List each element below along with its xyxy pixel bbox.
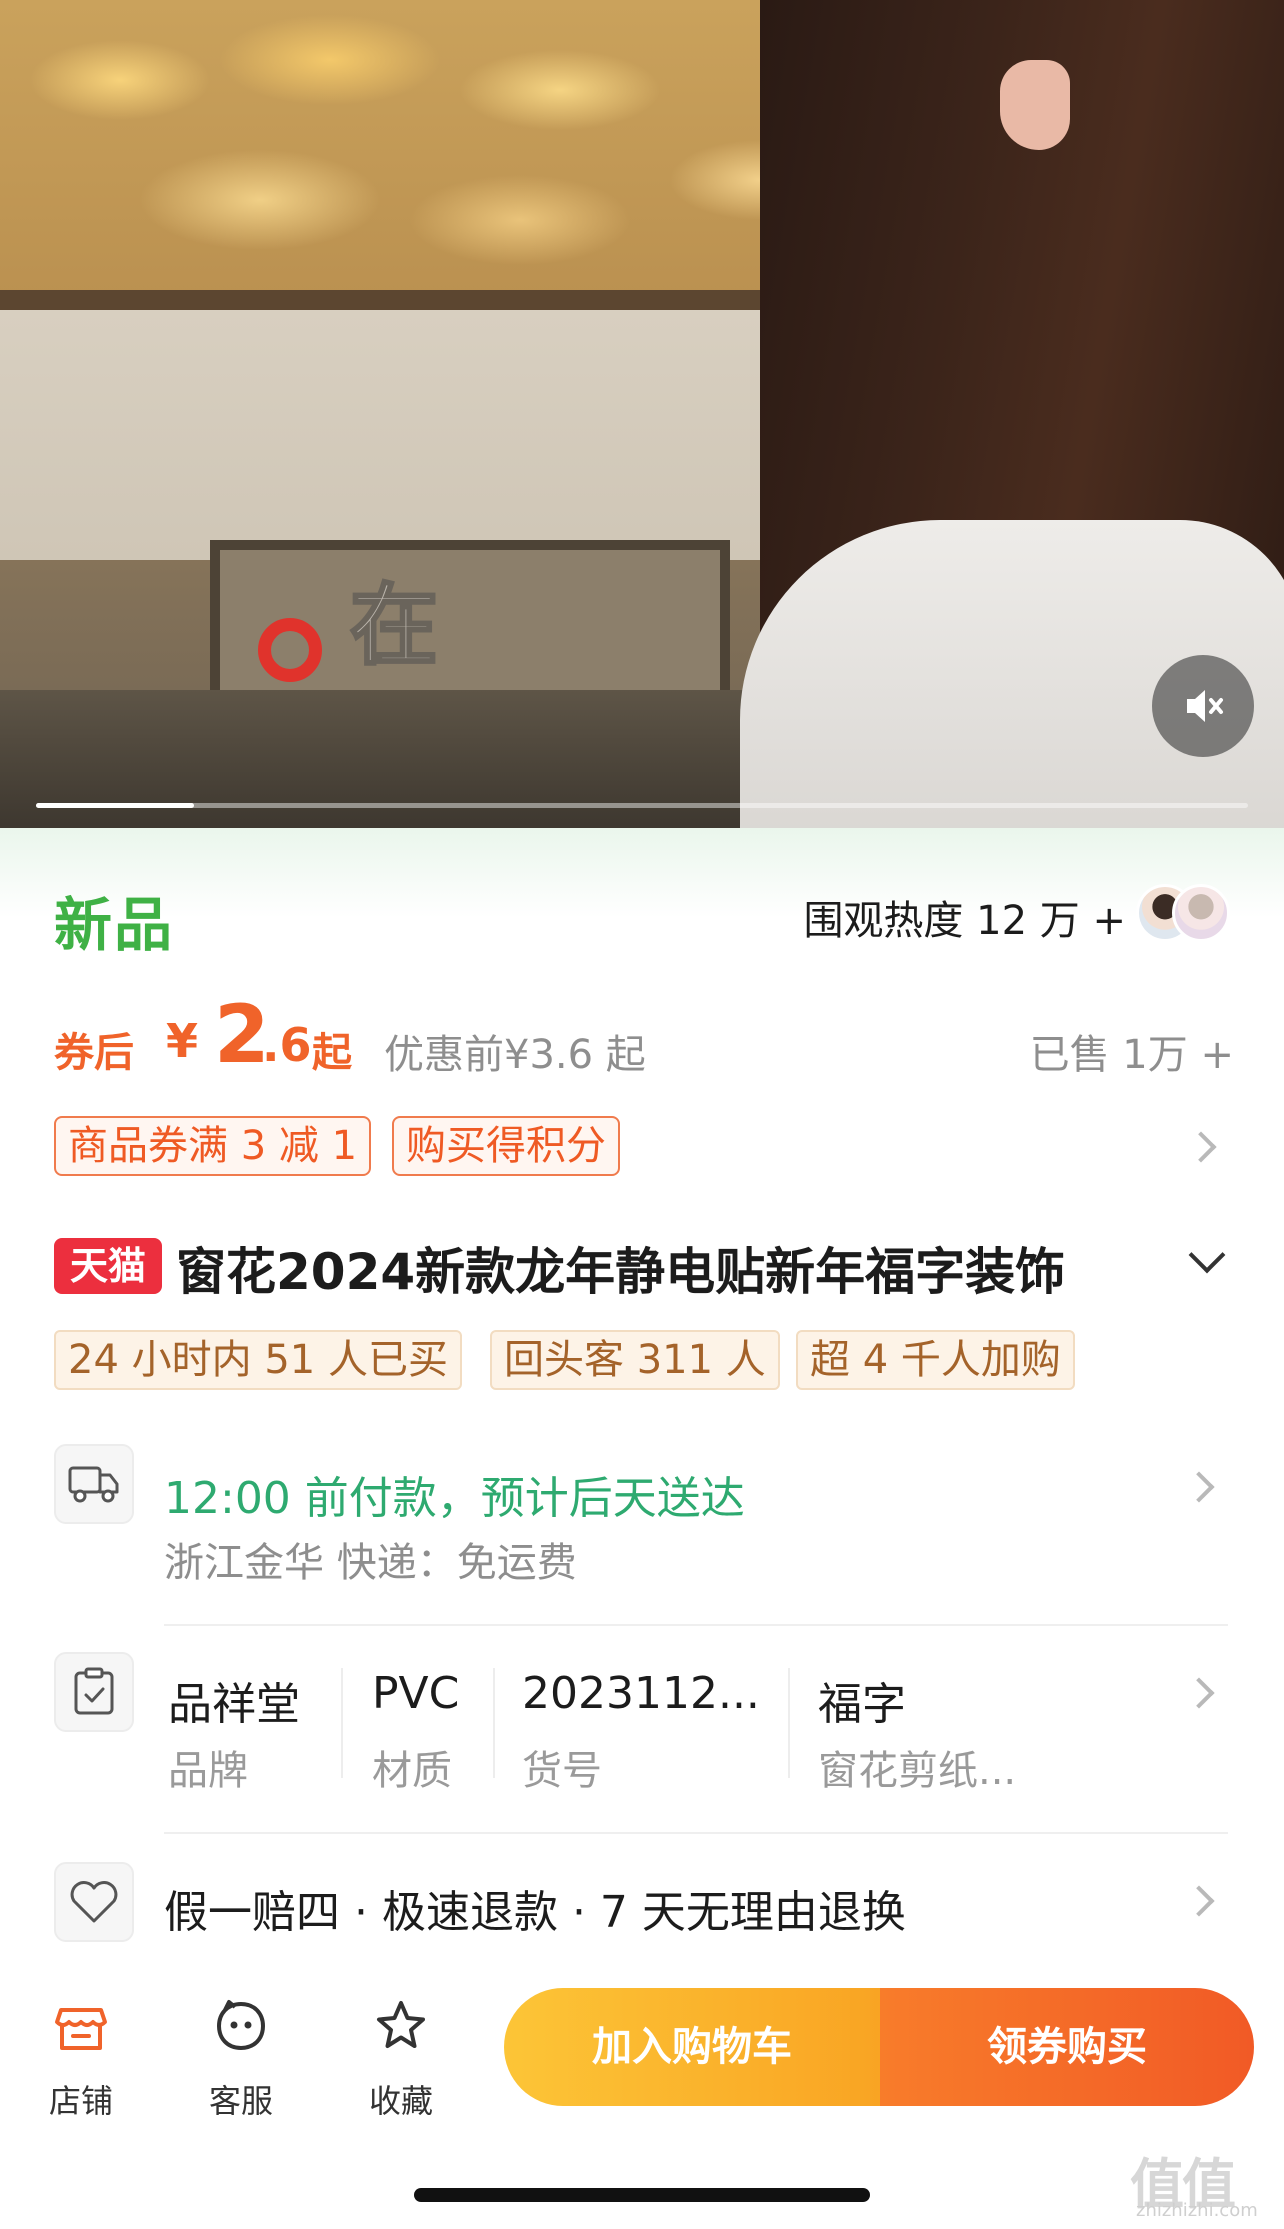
video-progress-bar[interactable] xyxy=(36,803,1248,808)
customer-service-label: 客服 xyxy=(208,2082,273,2120)
clipboard-check-icon xyxy=(54,1652,134,1732)
tag-add-to-cart-count: 超 4 千人加购 xyxy=(796,1330,1075,1390)
favorite-label: 收藏 xyxy=(368,2082,433,2120)
chevron-right-icon xyxy=(1185,1131,1217,1163)
attr-key: 材质 xyxy=(372,1748,452,1794)
attr-value: 品祥堂 xyxy=(168,1679,300,1730)
social-proof-tags: 24 小时内 51 人已买 回头客 311 人 超 4 千人加购 xyxy=(54,1330,1234,1390)
avatar xyxy=(1172,884,1230,942)
attr-key: 货号 xyxy=(522,1748,602,1794)
tag-recent-buyers: 24 小时内 51 人已买 xyxy=(54,1330,462,1390)
product-title: 窗花2024新款龙年静电贴新年福字装饰 xyxy=(176,1243,1066,1301)
product-video[interactable]: 在 xyxy=(0,0,1284,828)
original-price: 优惠前¥3.6 起 xyxy=(384,1032,646,1078)
delivery-estimate[interactable]: 12:00 前付款，预计后天送达 xyxy=(164,1462,745,1526)
store-icon xyxy=(55,2008,107,2050)
attr-value: 福字 xyxy=(818,1679,906,1730)
video-caption: 在 xyxy=(348,573,439,679)
divider xyxy=(164,1624,1228,1626)
divider xyxy=(164,1832,1228,1834)
price-suffix: 起 xyxy=(312,1030,352,1076)
record-dot-icon xyxy=(258,618,322,682)
purchase-buttons: 加入购物车 领券购买 xyxy=(504,1988,1254,2106)
price-currency: ¥ xyxy=(166,1014,199,1068)
store-button[interactable]: 店铺 xyxy=(26,1988,136,2120)
star-icon xyxy=(377,2001,425,2048)
price-row: 券后 ¥ 2 .6 起 优惠前¥3.6 起 已售 1万 + xyxy=(54,990,1234,1080)
customer-service-button[interactable]: 客服 xyxy=(186,1988,296,2120)
guarantee-text[interactable]: 假一赔四 · 极速退款 · 7 天无理由退换 xyxy=(164,1876,906,1940)
points-badge[interactable]: 购买得积分 xyxy=(392,1116,620,1176)
price-prefix: 券后 xyxy=(54,1030,134,1076)
attr-value: 2023112... xyxy=(522,1668,760,1719)
viewer-avatars[interactable] xyxy=(1136,884,1232,944)
price-decimal: .6 xyxy=(262,1018,312,1072)
new-product-label: 新品 xyxy=(54,891,175,959)
mute-button[interactable] xyxy=(1152,655,1254,757)
chevron-down-icon[interactable] xyxy=(1188,1236,1226,1274)
add-to-cart-button[interactable]: 加入购物车 xyxy=(504,1988,880,2106)
customer-service-icon xyxy=(216,2000,266,2051)
heart-shield-icon xyxy=(54,1862,134,1942)
shipping-origin-fee: 浙江金华 快递：免运费 xyxy=(164,1540,577,1586)
buy-with-coupon-button[interactable]: 领券购买 xyxy=(880,1988,1254,2106)
tmall-badge: 天猫 xyxy=(54,1238,162,1294)
product-page: 在 新品 围观热度 12 万 + 券后 ¥ 2 .6 起 优惠前¥3.6 起 已… xyxy=(0,0,1284,2229)
truck-icon xyxy=(54,1444,134,1524)
attr-value: PVC xyxy=(372,1668,460,1719)
tag-repeat-customers: 回头客 311 人 xyxy=(490,1330,780,1390)
store-label: 店铺 xyxy=(48,2082,113,2120)
sold-count: 已售 1万 + xyxy=(1029,1032,1234,1078)
product-title-row[interactable]: 天猫 窗花2024新款龙年静电贴新年福字装饰 xyxy=(54,1228,1254,1308)
coupon-row[interactable]: 商品券满 3 减 1 购买得积分 xyxy=(54,1116,1234,1176)
home-indicator[interactable] xyxy=(414,2188,870,2202)
watermark-url: zhizhizhi.com xyxy=(1136,2200,1258,2221)
speaker-muted-icon xyxy=(1187,690,1223,722)
attr-key: 窗花剪纸... xyxy=(818,1748,1017,1794)
heat-text: 围观热度 12 万 + xyxy=(803,898,1126,944)
attr-key: 品牌 xyxy=(168,1748,248,1794)
favorite-button[interactable]: 收藏 xyxy=(346,1988,456,2120)
video-scene-bakery-shelf xyxy=(0,0,880,330)
video-progress-fill xyxy=(36,803,194,808)
coupon-badge[interactable]: 商品券满 3 减 1 xyxy=(54,1116,372,1176)
